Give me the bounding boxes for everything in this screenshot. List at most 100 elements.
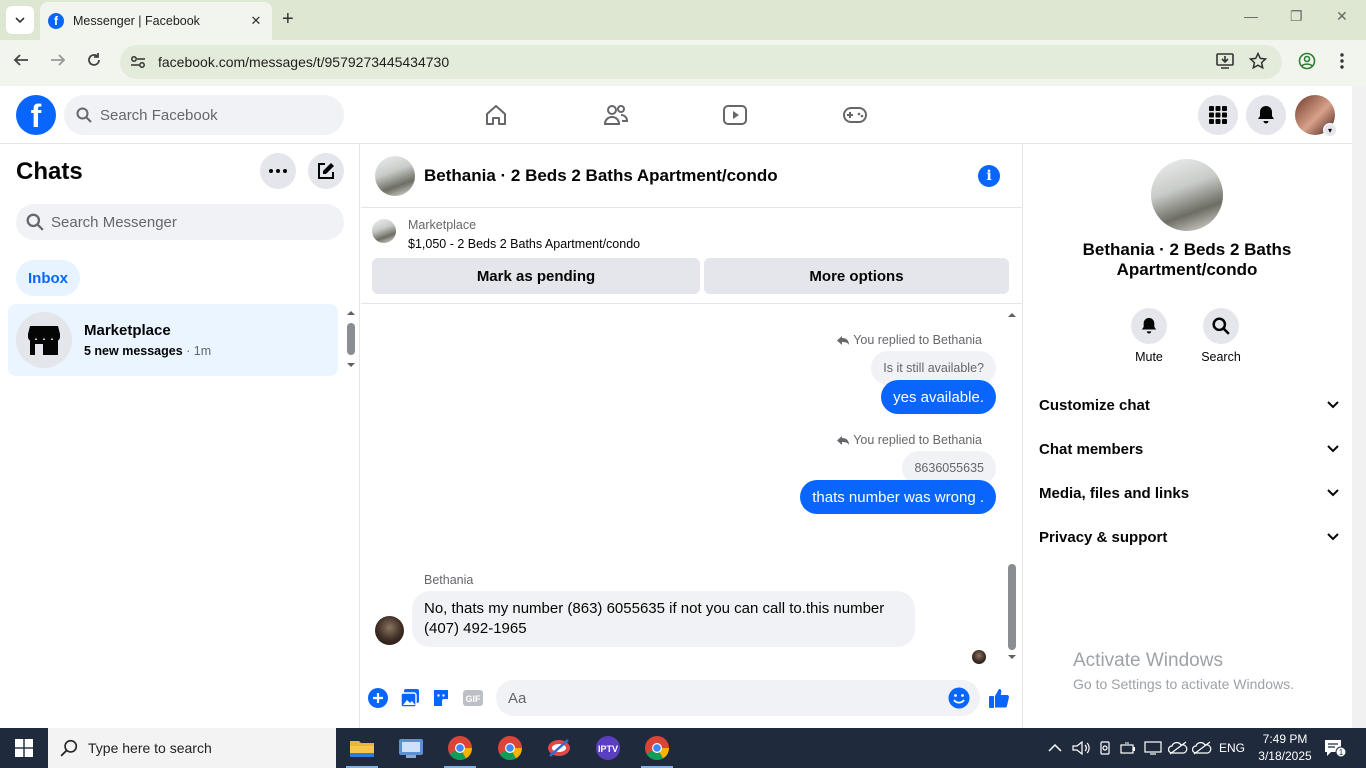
address-bar-row: facebook.com/messages/t/9579273445434730 (0, 40, 1366, 86)
facebook-logo[interactable]: f (16, 95, 56, 135)
facebook-top-bar: f Search Facebook ▾ (0, 86, 1352, 144)
more-options-button[interactable]: More options (704, 258, 1009, 294)
section-label: Media, files and links (1039, 484, 1190, 502)
file-explorer-taskbar-icon[interactable] (338, 728, 386, 768)
device-icon[interactable] (1098, 728, 1112, 768)
chat-name: Marketplace (84, 322, 171, 339)
install-app-icon[interactable] (1216, 53, 1234, 74)
back-button[interactable] (13, 52, 29, 73)
close-window-button[interactable]: ✕ (1336, 8, 1348, 25)
forward-button[interactable] (50, 52, 66, 73)
reply-indicator-text: You replied to Bethania (853, 433, 982, 447)
taskbar-search-box[interactable]: Type here to search (48, 728, 336, 768)
chat-options-button[interactable] (260, 153, 296, 189)
clock-date: 3/18/2025 (1258, 749, 1312, 763)
messages-scrollbar[interactable] (1005, 310, 1019, 662)
chat-list-scrollbar[interactable] (344, 308, 358, 370)
menu-grid-button[interactable] (1198, 95, 1238, 135)
profile-icon[interactable] (1298, 52, 1316, 75)
reload-button[interactable] (86, 52, 102, 73)
friends-nav-icon[interactable] (601, 100, 631, 130)
new-message-button[interactable] (308, 153, 344, 189)
language-indicator[interactable]: ENG (1219, 728, 1245, 768)
browser-tab-messenger[interactable]: f Messenger | Facebook ✕ (40, 2, 272, 40)
facebook-search-input[interactable]: Search Facebook (64, 95, 344, 135)
battery-icon[interactable] (1120, 728, 1136, 768)
seen-receipt-avatar (972, 650, 986, 664)
gif-icon[interactable]: GIF (462, 687, 484, 709)
browser-menu-icon[interactable] (1340, 52, 1344, 75)
video-nav-icon[interactable] (720, 100, 750, 130)
message-input[interactable]: Aa (496, 680, 980, 716)
notification-center-icon[interactable]: 1 (1324, 728, 1346, 768)
mute-action[interactable]: Mute (1119, 308, 1179, 364)
more-actions-plus-icon[interactable] (367, 687, 389, 709)
home-nav-icon[interactable] (481, 100, 511, 130)
new-tab-button[interactable]: + (282, 9, 294, 29)
chat-time: · 1m (182, 344, 212, 358)
chrome-profile-taskbar-icon[interactable] (486, 728, 534, 768)
conversation-panel: Bethania · 2 Beds 2 Baths Apartment/cond… (361, 144, 1022, 728)
notifications-button[interactable] (1246, 95, 1286, 135)
details-listing-photo[interactable] (1151, 159, 1223, 231)
taskbar-app-icon[interactable] (535, 728, 583, 768)
privacy-support-section[interactable]: Privacy & support (1039, 522, 1339, 552)
conversation-info-icon[interactable]: i (978, 165, 1000, 187)
tab-search-button[interactable] (6, 6, 34, 34)
reply-arrow-icon (837, 335, 850, 345)
listing-small-thumbnail (372, 219, 396, 243)
bookmark-star-icon[interactable] (1248, 51, 1268, 75)
search-icon (1212, 317, 1230, 335)
gaming-nav-icon[interactable] (840, 100, 870, 130)
site-info-icon[interactable] (130, 54, 146, 70)
messenger-search-input[interactable]: Search Messenger (16, 204, 344, 240)
chrome-active-taskbar-icon[interactable] (633, 728, 681, 768)
like-thumb-icon[interactable] (988, 687, 1010, 709)
show-hidden-icons[interactable] (1048, 728, 1062, 768)
outgoing-message-bubble[interactable]: yes available. (881, 380, 996, 414)
more-dots-icon (269, 169, 287, 173)
chat-list-item[interactable]: Marketplace 5 new messages · 1m (8, 304, 338, 376)
chats-title: Chats (16, 158, 83, 185)
volume-icon[interactable] (1072, 728, 1090, 768)
restore-button[interactable]: ❐ (1290, 8, 1303, 25)
inbox-filter-tab[interactable]: Inbox (16, 260, 80, 296)
attach-photo-icon[interactable] (399, 687, 421, 709)
emoji-icon[interactable] (948, 687, 970, 709)
listing-thumbnail[interactable] (375, 155, 415, 196)
onedrive-icon[interactable] (1168, 728, 1188, 768)
mark-as-pending-button[interactable]: Mark as pending (372, 258, 700, 294)
conversation-title[interactable]: Bethania · 2 Beds 2 Baths Apartment/cond… (424, 166, 778, 186)
start-button[interactable] (0, 728, 48, 768)
incoming-message-line: No, thats my number (863) 6055635 if not… (424, 600, 885, 617)
svg-text:GIF: GIF (466, 694, 482, 704)
taskbar-app-icon[interactable] (387, 728, 435, 768)
messages-scrollbar-thumb[interactable] (1008, 564, 1016, 650)
taskbar-app-icon[interactable]: IPTV (584, 728, 632, 768)
network-icon[interactable] (1144, 728, 1162, 768)
sticker-icon[interactable] (430, 687, 452, 709)
compose-icon (318, 163, 334, 179)
chrome-taskbar-icon[interactable] (436, 728, 484, 768)
facebook-search-placeholder: Search Facebook (100, 106, 218, 124)
minimize-button[interactable]: — (1244, 8, 1258, 24)
windows-taskbar: Type here to search IPTV ENG 7:49 PM 3/1… (0, 728, 1366, 768)
customize-chat-section[interactable]: Customize chat (1039, 390, 1339, 420)
address-bar[interactable]: facebook.com/messages/t/9579273445434730 (120, 45, 1282, 79)
close-tab-icon[interactable]: ✕ (246, 13, 266, 29)
chat-members-section[interactable]: Chat members (1039, 434, 1339, 464)
search-icon (60, 739, 78, 757)
outgoing-message-bubble[interactable]: thats number was wrong . (800, 480, 996, 514)
listing-price-title[interactable]: $1,050 - 2 Beds 2 Baths Apartment/condo (408, 237, 640, 251)
incoming-message-bubble[interactable]: No, thats my number (863) 6055635 if not… (412, 591, 915, 647)
chat-details-panel: Bethania · 2 Beds 2 Baths Apartment/cond… (1022, 144, 1352, 728)
chevron-down-icon (1327, 489, 1339, 497)
sender-avatar[interactable] (375, 616, 404, 645)
onedrive-icon[interactable] (1192, 728, 1212, 768)
search-in-chat-action[interactable]: Search (1191, 308, 1251, 364)
media-files-links-section[interactable]: Media, files and links (1039, 478, 1339, 508)
system-clock[interactable]: 7:49 PM 3/18/2025 (1254, 731, 1316, 765)
account-avatar[interactable]: ▾ (1295, 95, 1337, 137)
page-scrollbar[interactable] (1352, 86, 1366, 728)
bell-icon (1258, 106, 1274, 124)
